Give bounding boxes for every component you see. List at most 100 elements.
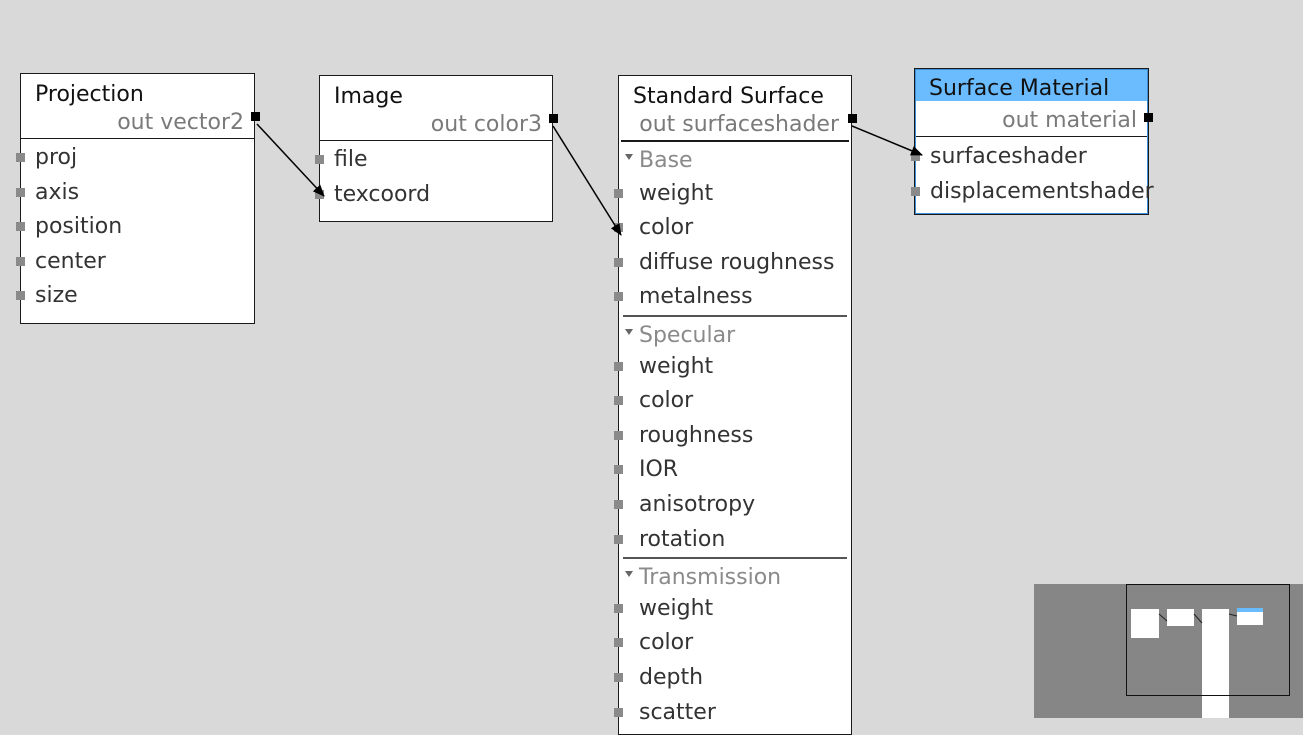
output-label: out material xyxy=(1002,108,1137,133)
input-port[interactable] xyxy=(16,187,25,197)
input-row-position: position xyxy=(16,210,254,245)
wire-image-to-standard-surface[interactable] xyxy=(552,125,622,236)
input-label: scatter xyxy=(639,699,716,725)
input-port[interactable] xyxy=(911,186,920,196)
collapse-triangle-icon[interactable] xyxy=(625,328,633,335)
input-label: roughness xyxy=(639,422,754,448)
group-header-transmission[interactable]: Transmission xyxy=(619,559,851,592)
input-row-file: file xyxy=(315,143,552,178)
node-title: Standard Surface xyxy=(633,84,824,109)
input-port[interactable] xyxy=(614,534,623,544)
input-label: rotation xyxy=(639,526,726,552)
input-label: displacementshader xyxy=(930,178,1154,204)
input-port[interactable] xyxy=(16,153,25,162)
input-label: color xyxy=(639,388,694,414)
input-list: proj axis position center size xyxy=(16,139,254,314)
node-image[interactable]: Image out color3 file texcoord xyxy=(315,75,558,222)
input-label: weight xyxy=(639,180,714,206)
node-surface-material[interactable]: Surface Material out material surfacesha… xyxy=(911,68,1154,215)
node-title: Projection xyxy=(35,82,144,107)
input-row-displacementshader: displacementshader xyxy=(911,175,1154,210)
input-port[interactable] xyxy=(315,155,324,164)
input-row-texcoord: texcoord xyxy=(315,178,552,213)
output-port[interactable] xyxy=(1144,113,1153,122)
input-port[interactable] xyxy=(614,396,623,406)
input-label: IOR xyxy=(639,457,679,483)
input-label: weight xyxy=(639,353,714,379)
input-label: color xyxy=(639,630,694,656)
input-port[interactable] xyxy=(315,189,324,199)
input-row-proj: proj xyxy=(16,141,254,176)
input-label: center xyxy=(35,248,106,274)
input-label: texcoord xyxy=(334,181,431,207)
node-header[interactable]: Surface Material xyxy=(916,70,1147,101)
group-label: Specular xyxy=(639,322,736,348)
input-port[interactable] xyxy=(614,603,623,613)
input-label: size xyxy=(35,283,78,309)
input-list: surfaceshader displacementshader xyxy=(911,137,1154,210)
input-port[interactable] xyxy=(614,292,623,302)
minimap-viewport[interactable] xyxy=(1126,584,1290,696)
input-row-specular-ior: IOR xyxy=(614,453,851,488)
input-port[interactable] xyxy=(16,256,25,266)
input-label: metalness xyxy=(639,284,753,310)
input-row-transmission-weight: weight xyxy=(614,592,851,627)
node-standard-surface[interactable]: Standard Surface out surfaceshader Base … xyxy=(614,75,857,735)
input-list: file texcoord xyxy=(315,141,552,213)
wire-projection-to-image[interactable] xyxy=(256,123,325,197)
input-label: diffuse roughness xyxy=(639,249,835,275)
input-row-transmission-scatter: scatter xyxy=(614,696,851,731)
input-port[interactable] xyxy=(614,465,623,475)
input-port[interactable] xyxy=(16,291,25,301)
wire-standard-surface-to-material[interactable] xyxy=(851,125,923,156)
input-row-specular-color: color xyxy=(614,384,851,419)
input-port[interactable] xyxy=(16,222,25,232)
group-header-base[interactable]: Base xyxy=(619,142,851,177)
input-label: surfaceshader xyxy=(930,144,1087,169)
output-port-row: out material xyxy=(916,101,1153,137)
input-row-size: size xyxy=(16,279,254,314)
node-header[interactable]: Image xyxy=(320,76,552,109)
input-label: position xyxy=(35,214,123,240)
node-header[interactable]: Projection xyxy=(21,74,254,107)
minimap[interactable] xyxy=(1034,584,1303,718)
input-label: proj xyxy=(35,145,78,170)
input-port[interactable] xyxy=(614,638,623,648)
node-title: Surface Material xyxy=(929,76,1110,101)
input-row-specular-anisotropy: anisotropy xyxy=(614,488,851,523)
input-row-base-diffuse-roughness: diffuse roughness xyxy=(614,246,851,281)
input-label: file xyxy=(334,147,368,172)
input-port[interactable] xyxy=(614,188,623,198)
input-row-center: center xyxy=(16,245,254,280)
group-label: Transmission xyxy=(639,565,782,591)
node-graph-canvas[interactable]: Projection out vector2 proj axis positio… xyxy=(0,0,1303,735)
output-port[interactable] xyxy=(848,114,857,123)
input-port[interactable] xyxy=(614,672,623,682)
input-label: color xyxy=(639,215,694,241)
input-label: weight xyxy=(639,595,714,621)
input-port[interactable] xyxy=(911,152,920,161)
output-port[interactable] xyxy=(549,114,558,123)
input-row-axis: axis xyxy=(16,176,254,211)
input-port[interactable] xyxy=(614,223,623,233)
input-label: depth xyxy=(639,664,704,690)
output-port-row: out surfaceshader xyxy=(621,108,857,142)
collapse-triangle-icon[interactable] xyxy=(625,571,633,578)
output-port[interactable] xyxy=(251,112,260,121)
node-projection[interactable]: Projection out vector2 proj axis positio… xyxy=(16,73,260,324)
node-header[interactable]: Standard Surface xyxy=(619,76,851,109)
input-port[interactable] xyxy=(614,430,623,440)
collapse-triangle-icon[interactable] xyxy=(625,154,633,160)
input-label: anisotropy xyxy=(639,491,756,517)
input-port[interactable] xyxy=(614,257,623,267)
input-label: axis xyxy=(35,179,80,205)
input-port[interactable] xyxy=(614,707,623,717)
group-label: Base xyxy=(639,148,693,173)
input-port[interactable] xyxy=(614,499,623,509)
input-port[interactable] xyxy=(614,361,623,371)
input-row-base-metalness: metalness xyxy=(614,280,851,315)
group-header-specular[interactable]: Specular xyxy=(619,317,851,350)
input-row-specular-rotation: rotation xyxy=(614,523,851,558)
input-row-base-color: color xyxy=(614,211,851,246)
input-row-transmission-color: color xyxy=(614,626,851,661)
